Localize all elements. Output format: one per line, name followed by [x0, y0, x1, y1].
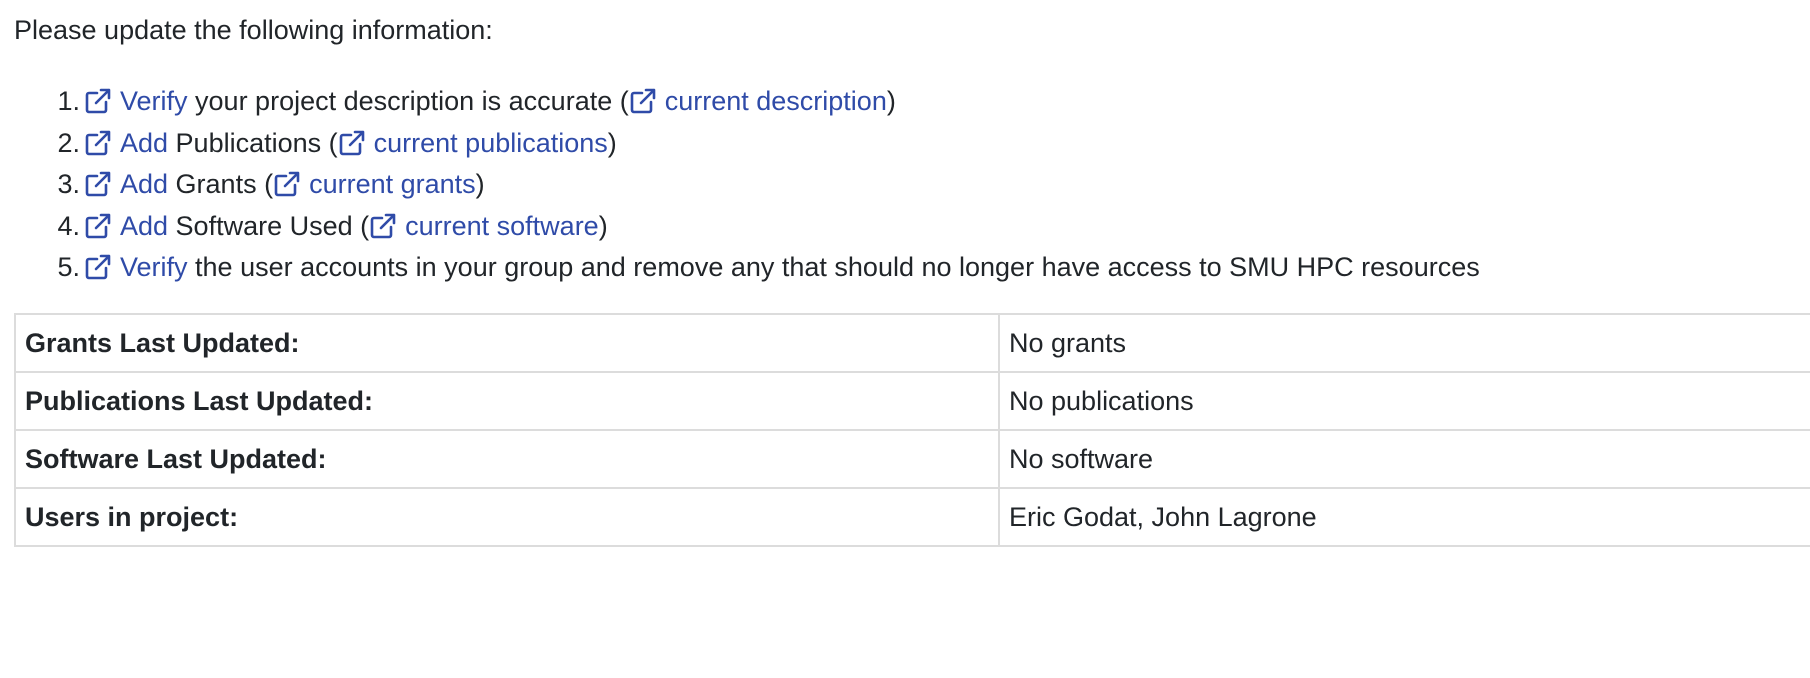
- publications-label: Publications Last Updated:: [14, 371, 1000, 431]
- current-grants-link[interactable]: current grants: [273, 169, 476, 199]
- external-link-icon: [84, 87, 112, 115]
- intro-text: Please update the following information:: [14, 15, 493, 45]
- link-label: Verify: [120, 252, 188, 282]
- link-label: current publications: [373, 127, 608, 158]
- task-text: Software Used (: [168, 210, 370, 241]
- link-label: Verify: [120, 86, 188, 116]
- task-text-close: ): [607, 127, 617, 158]
- task-text: Grants (: [168, 169, 274, 199]
- grants-value: No grants: [998, 313, 1810, 373]
- add-software-link[interactable]: Add: [84, 211, 168, 241]
- list-number: 2.: [57, 127, 80, 158]
- task-list: 1. Verify your project description is acc…: [14, 81, 1810, 289]
- external-link-icon: [84, 170, 112, 198]
- list-item: 3. Add Grants ( current grants): [50, 164, 1810, 206]
- current-description-link[interactable]: current description: [629, 86, 887, 116]
- link-label: current grants: [309, 169, 476, 199]
- list-item: 2. Add Publications ( current publications…: [50, 123, 1810, 165]
- list-number: 1.: [57, 86, 80, 116]
- task-text-close: ): [475, 169, 485, 199]
- list-number: 4.: [57, 210, 80, 241]
- task-text: your project description is accurate (: [187, 86, 629, 116]
- list-number: 5.: [57, 252, 80, 282]
- add-grants-link[interactable]: Add: [84, 169, 168, 199]
- link-label: Add: [120, 169, 169, 199]
- task-text: Publications (: [168, 127, 338, 158]
- add-publications-link[interactable]: Add: [84, 128, 168, 158]
- external-link-icon: [84, 129, 112, 157]
- verify-description-link[interactable]: Verify: [84, 86, 188, 116]
- current-software-link[interactable]: current software: [369, 211, 599, 241]
- publications-value: No publications: [998, 371, 1810, 431]
- grants-label: Grants Last Updated:: [14, 313, 1000, 373]
- table-row: Publications Last Updated: No publicatio…: [14, 371, 1810, 431]
- users-value: Eric Godat, John Lagrone: [998, 487, 1810, 547]
- table-row: Users in project: Eric Godat, John Lagro…: [14, 487, 1810, 547]
- external-link-icon: [338, 129, 366, 157]
- list-item: 4. Add Software Used ( current software): [50, 206, 1810, 248]
- external-link-icon: [369, 212, 397, 240]
- link-label: current description: [664, 86, 887, 116]
- task-text-close: ): [598, 210, 608, 241]
- current-publications-link[interactable]: current publications: [338, 128, 608, 158]
- verify-users-link[interactable]: Verify: [84, 252, 188, 282]
- software-label: Software Last Updated:: [14, 429, 1000, 489]
- task-text-close: ): [886, 86, 896, 116]
- update-info-panel: Please update the following information:…: [0, 0, 1810, 289]
- software-value: No software: [998, 429, 1810, 489]
- table-row: Grants Last Updated: No grants: [14, 313, 1810, 373]
- link-label: Add: [120, 210, 169, 241]
- external-link-icon: [629, 87, 657, 115]
- task-text: the user accounts in your group and remo…: [187, 252, 1480, 282]
- project-status-table: Grants Last Updated: No grants Publicati…: [14, 313, 1810, 547]
- list-item: 5. Verify the user accounts in your group…: [50, 247, 1810, 289]
- users-label: Users in project:: [14, 487, 1000, 547]
- list-item: 1. Verify your project description is acc…: [50, 81, 1810, 123]
- external-link-icon: [84, 212, 112, 240]
- link-label: current software: [405, 210, 599, 241]
- list-number: 3.: [57, 169, 80, 199]
- external-link-icon: [273, 170, 301, 198]
- link-label: Add: [120, 127, 169, 158]
- table-row: Software Last Updated: No software: [14, 429, 1810, 489]
- external-link-icon: [84, 253, 112, 281]
